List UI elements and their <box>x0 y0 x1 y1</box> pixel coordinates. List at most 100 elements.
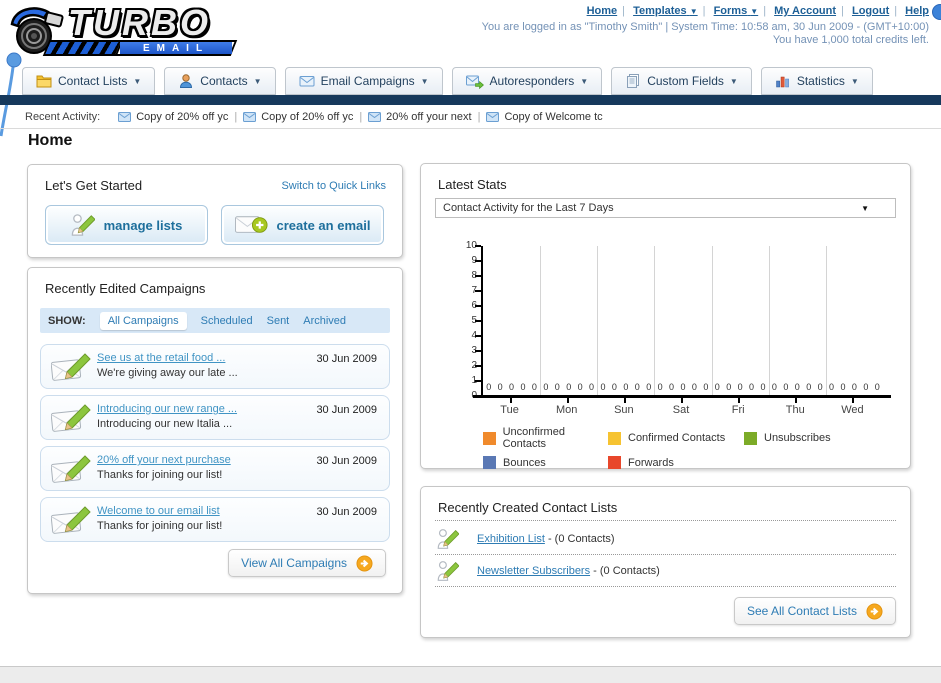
latest-stats-panel: Latest Stats Contact Activity for the La… <box>420 163 911 469</box>
legend-item: Confirmed Contacts <box>608 426 744 450</box>
top-link-home[interactable]: Home <box>587 5 618 17</box>
envelope-icon <box>243 112 256 122</box>
legend-label: Unsubscribes <box>764 432 831 444</box>
logo-stripes <box>45 42 123 54</box>
x-tick-mark <box>623 398 626 403</box>
y-tick-label: 10 <box>465 240 477 251</box>
campaign-title-link[interactable]: See us at the retail food ... <box>97 352 225 364</box>
data-value-label: 0 <box>611 382 617 392</box>
y-tick-label: 8 <box>447 270 477 281</box>
manage-lists-button[interactable]: manage lists <box>45 205 208 245</box>
get-started-title: Let's Get Started <box>45 178 143 193</box>
envelope-pencil-icon <box>51 353 91 383</box>
orange-arrow-icon <box>356 555 373 572</box>
nav-tab-contact-lists[interactable]: Contact Lists ▼ <box>22 67 156 95</box>
nav-tab-custom-fields[interactable]: Custom Fields ▼ <box>611 67 752 95</box>
data-value-label: 0 <box>851 382 857 392</box>
data-value-label: 0 <box>726 382 732 392</box>
person-pencil-icon <box>437 559 459 583</box>
envelope-pencil-icon <box>51 506 91 536</box>
chevron-down-icon: ▼ <box>729 76 738 86</box>
campaign-subject: Thanks for joining our list! <box>97 520 223 532</box>
person-pencil-icon <box>71 213 95 237</box>
campaign-title-link[interactable]: Introducing our new range ... <box>97 403 237 415</box>
data-value-label: 0 <box>543 382 549 392</box>
campaign-row[interactable]: See us at the retail food ... We're givi… <box>40 344 390 389</box>
legend-label: Unconfirmed Contacts <box>502 426 565 450</box>
legend-label: Confirmed Contacts <box>628 432 726 444</box>
contact-list-link[interactable]: Exhibition List <box>477 533 545 545</box>
chevron-down-icon: ▼ <box>253 76 262 86</box>
data-value-label: 0 <box>863 382 869 392</box>
nav-tab-statistics[interactable]: Statistics ▼ <box>760 67 873 95</box>
x-tick-mark <box>795 398 798 403</box>
create-email-button[interactable]: create an email <box>221 205 384 245</box>
campaign-row[interactable]: Welcome to our email list Thanks for joi… <box>40 497 390 542</box>
x-tick-mark <box>738 398 741 403</box>
chart-gridline <box>654 246 656 396</box>
orange-arrow-icon <box>866 603 883 620</box>
stats-title: Latest Stats <box>438 177 507 192</box>
chevron-down-icon: ▼ <box>750 7 759 16</box>
recent-activity-item[interactable]: Copy of 20% off yc <box>118 111 228 123</box>
nav-tab-contacts[interactable]: Contacts ▼ <box>164 67 276 95</box>
x-axis-label: Wed <box>841 404 864 416</box>
legend-swatch <box>608 431 621 445</box>
view-all-campaigns-button[interactable]: View All Campaigns <box>228 549 386 577</box>
recent-activity-item[interactable]: 20% off your next <box>368 111 472 123</box>
data-value-label: 0 <box>577 382 583 392</box>
chevron-down-icon: ▼ <box>861 203 869 213</box>
campaign-date: 30 Jun 2009 <box>316 455 377 467</box>
x-axis-label: Thu <box>785 404 805 416</box>
bar-chart-icon <box>775 73 791 89</box>
envelope-icon <box>486 112 499 122</box>
see-all-contact-lists-button[interactable]: See All Contact Lists <box>733 597 896 625</box>
data-value-label: 0 <box>806 382 812 392</box>
top-link-logout[interactable]: Logout <box>852 5 889 17</box>
nav-tab-email-campaigns[interactable]: Email Campaigns ▼ <box>284 67 443 95</box>
campaign-row[interactable]: 20% off your next purchase Thanks for jo… <box>40 446 390 491</box>
data-value-label: 0 <box>691 382 697 392</box>
login-info: You are logged in as "Timothy Smith" | S… <box>481 21 929 33</box>
data-value-label: 0 <box>531 382 537 392</box>
tab-all-campaigns[interactable]: All Campaigns <box>99 311 187 330</box>
nav-tab-autoresponders[interactable]: Autoresponders ▼ <box>451 67 603 95</box>
y-tick-label: 4 <box>447 330 477 341</box>
credits-info: You have 1,000 total credits left. <box>772 34 929 46</box>
campaign-title-link[interactable]: Welcome to our email list <box>97 505 220 517</box>
data-value-label: 0 <box>589 382 595 392</box>
campaign-subject: Thanks for joining our list! <box>97 469 223 481</box>
data-value-label: 0 <box>520 382 526 392</box>
y-tick-label: 6 <box>447 300 477 311</box>
y-tick-label: 3 <box>447 345 477 356</box>
legend-swatch <box>483 431 496 445</box>
data-value-label: 0 <box>794 382 800 392</box>
logo-title: TURBO <box>68 2 211 43</box>
folder-icon <box>36 73 52 89</box>
envelope-icon <box>368 112 381 122</box>
data-value-label: 0 <box>646 382 652 392</box>
top-link-forms[interactable]: Forms ▼ <box>714 5 759 17</box>
top-link-templates[interactable]: Templates ▼ <box>633 5 698 17</box>
stats-period-select[interactable]: Contact Activity for the Last 7 Days ▼ <box>435 198 896 218</box>
recent-activity-label: Recent Activity: <box>25 110 101 123</box>
campaign-row[interactable]: Introducing our new range ... Introducin… <box>40 395 390 440</box>
main-nav: Contact Lists ▼ Contacts ▼ Email Campaigns… <box>22 67 873 95</box>
tab-archived[interactable]: Archived <box>303 315 346 327</box>
chart-gridline <box>825 246 827 396</box>
recent-activity-item[interactable]: Copy of Welcome tc <box>486 111 603 123</box>
data-value-label: 0 <box>623 382 629 392</box>
campaign-title-link[interactable]: 20% off your next purchase <box>97 454 231 466</box>
envelope-pencil-icon <box>51 404 91 434</box>
contact-list-link[interactable]: Newsletter Subscribers <box>477 565 590 577</box>
tab-sent[interactable]: Sent <box>267 315 290 327</box>
legend-label: Forwards <box>628 456 674 469</box>
switch-quick-links-link[interactable]: Switch to Quick Links <box>281 180 386 192</box>
tab-scheduled[interactable]: Scheduled <box>201 315 253 327</box>
recent-activity-item[interactable]: Copy of 20% off yc <box>243 111 353 123</box>
data-value-label: 0 <box>486 382 492 392</box>
legend-label: Bounces <box>503 456 546 469</box>
top-link-my-account[interactable]: My Account <box>774 5 836 17</box>
top-link-help[interactable]: Help <box>905 5 929 17</box>
app-logo: TURBO EMAIL <box>6 2 238 60</box>
